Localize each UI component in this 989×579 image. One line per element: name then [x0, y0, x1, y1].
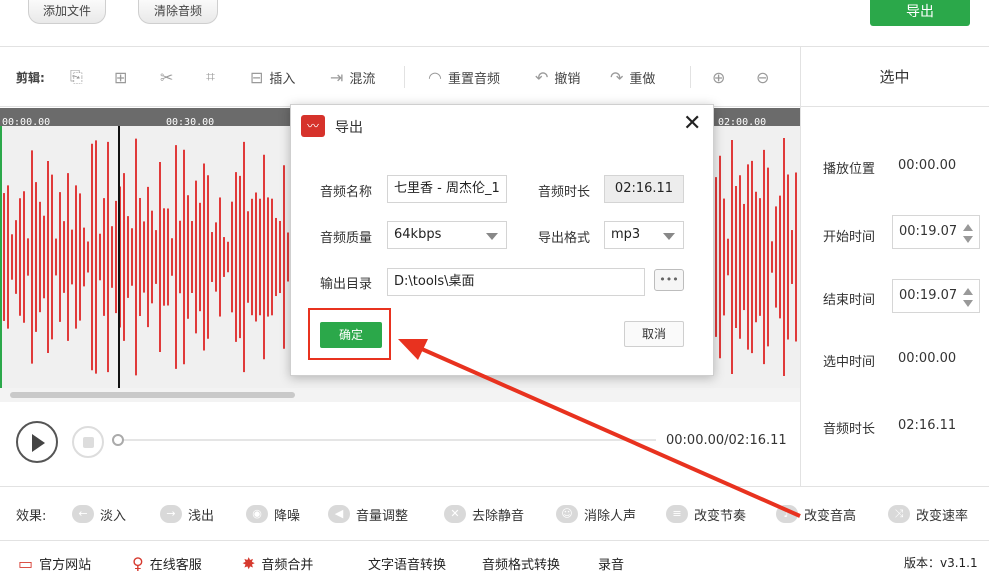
annotation-arrow — [398, 339, 801, 518]
